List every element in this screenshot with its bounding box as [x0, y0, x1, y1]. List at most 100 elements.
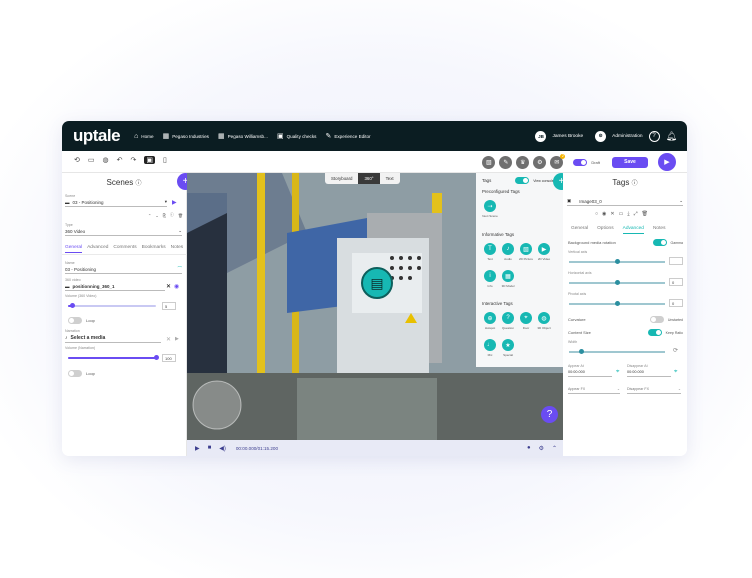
horizontal-axis-slider[interactable] — [569, 280, 665, 285]
width-knob[interactable] — [579, 349, 584, 354]
chevron-up-icon[interactable]: ⌃ — [148, 213, 151, 218]
download-icon[interactable]: ⤓ — [627, 211, 629, 217]
object-tag-icon[interactable]: ◍ — [538, 312, 550, 324]
mobile-icon[interactable]: ▯ — [163, 156, 167, 164]
expand-icon[interactable]: ⤢ — [634, 211, 638, 217]
model-tag-icon[interactable]: ▦ — [502, 270, 514, 282]
clipboard-icon[interactable]: ▭ — [619, 211, 624, 217]
help-chat-button[interactable]: ? — [541, 406, 558, 423]
nav-pegaso-williamsburg[interactable]: ▦ Pegaso Williamsb... — [218, 132, 268, 140]
scene-play-icon[interactable]: ▶ — [172, 199, 177, 206]
tag-select[interactable]: ▣ Image03_0 ⌄ — [567, 197, 683, 206]
info-icon[interactable]: ● — [527, 445, 531, 451]
mode-storyboard[interactable]: Storyboard — [325, 173, 358, 184]
name-input[interactable]: 03 - Positioning ⌒ — [65, 265, 182, 274]
close-icon[interactable]: ✕ — [166, 283, 171, 290]
narration-select[interactable]: ♪ Select a media — [65, 334, 161, 343]
loop-toggle[interactable] — [68, 317, 82, 324]
text-tag-icon[interactable]: ▤ — [361, 267, 393, 299]
star-tag-icon[interactable]: ★ — [502, 339, 514, 351]
settings-icon[interactable]: ⚙ — [533, 155, 547, 169]
save-button[interactable]: Save — [612, 156, 648, 168]
close-icon[interactable]: ✕ — [610, 211, 614, 217]
curvature-toggle[interactable] — [649, 316, 664, 323]
volume-slider-knob[interactable] — [69, 303, 75, 308]
bg-rotation-toggle[interactable] — [652, 239, 667, 246]
vertical-axis-input[interactable] — [669, 257, 683, 265]
text-tag-button-icon[interactable]: T — [484, 243, 496, 255]
pin-icon[interactable]: ⌖ — [674, 369, 677, 376]
narration-volume-input[interactable]: 100 — [162, 354, 176, 362]
pivotal-axis-input[interactable]: 0 — [669, 299, 683, 307]
nav-pegaso-industries[interactable]: ▦ Pegaso Industries — [163, 132, 209, 140]
nav-home[interactable]: ⌂ Home — [134, 133, 154, 140]
question-tag-icon[interactable]: ? — [502, 312, 514, 324]
eye-icon[interactable]: ◉ — [602, 211, 606, 217]
vertical-axis-knob[interactable] — [615, 259, 620, 264]
chat-icon[interactable]: ✉ 2 — [550, 153, 566, 169]
copy-icon[interactable]: ⎘ — [163, 213, 166, 218]
info-icon[interactable]: ⓘ — [632, 181, 638, 187]
link-icon[interactable]: ⟳ — [673, 347, 678, 354]
disappear-fx-select[interactable]: Disappear FX ⌄ — [627, 385, 681, 394]
info-icon[interactable]: ⓘ — [170, 212, 174, 218]
info-tag-icon[interactable]: i — [484, 270, 496, 282]
loop2-toggle[interactable] — [68, 370, 82, 377]
close-icon[interactable]: ✕ — [166, 336, 171, 343]
eye-icon[interactable]: ◉ — [174, 283, 179, 290]
stop-icon[interactable]: ■ — [208, 445, 212, 451]
audio-tag-icon[interactable]: ♪ — [502, 243, 514, 255]
mode-text[interactable]: Text — [380, 173, 400, 184]
pivotal-axis-slider[interactable] — [569, 301, 665, 306]
vr-icon[interactable]: ▣ — [144, 156, 155, 164]
avatar[interactable]: JB — [535, 130, 547, 142]
user-name[interactable]: James Brooke — [552, 134, 583, 139]
scene-select[interactable]: ▬ 03 - Positioning ▾ — [65, 198, 167, 207]
tab-options[interactable]: Options — [597, 226, 614, 234]
info-icon[interactable]: ⓘ — [135, 181, 141, 187]
undo-icon[interactable]: ↶ — [117, 156, 123, 164]
tab-comments[interactable]: Comments — [113, 245, 136, 253]
administration-link[interactable]: Administration — [612, 134, 642, 139]
tab-notes[interactable]: Notes — [171, 245, 184, 253]
narration-volume-slider[interactable] — [68, 355, 159, 360]
nav-experience-editor[interactable]: ✎ Experience Editor — [325, 132, 370, 140]
delete-icon[interactable]: 🗑︎ — [178, 213, 183, 218]
horizontal-axis-knob[interactable] — [615, 280, 620, 285]
bell-icon[interactable]: 🔔︎ — [666, 131, 677, 142]
appear-fx-select[interactable]: Appear FX ⌄ — [568, 385, 620, 394]
trophy-icon[interactable]: ♛ — [516, 155, 530, 169]
tab-bookmarks[interactable]: Bookmarks — [142, 245, 166, 253]
vertical-axis-slider[interactable] — [569, 259, 665, 264]
uptale-logo[interactable]: uptale — [73, 126, 121, 146]
pencil-tool-icon[interactable]: ✎ — [499, 155, 513, 169]
subtitles-icon[interactable]: ▭ — [88, 156, 95, 164]
tab-notes[interactable]: Notes — [653, 226, 666, 234]
add-tag-button[interactable]: + — [553, 173, 563, 190]
chevron-up-icon[interactable]: ⌃ — [552, 445, 557, 452]
pivotal-axis-knob[interactable] — [615, 301, 620, 306]
draft-toggle[interactable] — [573, 158, 588, 166]
next-scene-tag-icon[interactable]: ⇢ — [484, 200, 496, 212]
play-icon[interactable]: ▶ — [175, 336, 179, 342]
type-select[interactable]: 360 Video ⌄ — [65, 227, 182, 236]
volume-slider[interactable] — [68, 303, 156, 308]
history-icon[interactable]: ⟲ — [74, 156, 80, 164]
nav-quality-checks[interactable]: ▣ Quality checks — [277, 132, 317, 140]
tab-general[interactable]: General — [571, 226, 588, 234]
horizontal-axis-input[interactable]: 0 — [669, 278, 683, 286]
disappear-at-input[interactable]: 00:00.000 — [627, 368, 671, 377]
view-console-toggle[interactable] — [515, 177, 530, 184]
video-tag-icon[interactable]: ▶ — [538, 243, 550, 255]
chevron-down-icon[interactable]: ⌄ — [155, 213, 158, 218]
play-icon[interactable]: ▶ — [195, 445, 200, 452]
tab-advanced[interactable]: Advanced — [622, 226, 644, 234]
pin-tag-icon[interactable]: ⌖ — [520, 312, 532, 324]
keep-ratio-toggle[interactable] — [647, 329, 662, 336]
volume-input[interactable]: 5 — [162, 302, 176, 310]
narration-slider-knob[interactable] — [153, 355, 159, 360]
width-slider[interactable] — [569, 349, 665, 354]
appear-at-input[interactable]: 00:00.000 — [568, 368, 612, 377]
tab-general[interactable]: General — [65, 245, 83, 253]
image-tool-icon[interactable]: ▧ — [482, 155, 496, 169]
